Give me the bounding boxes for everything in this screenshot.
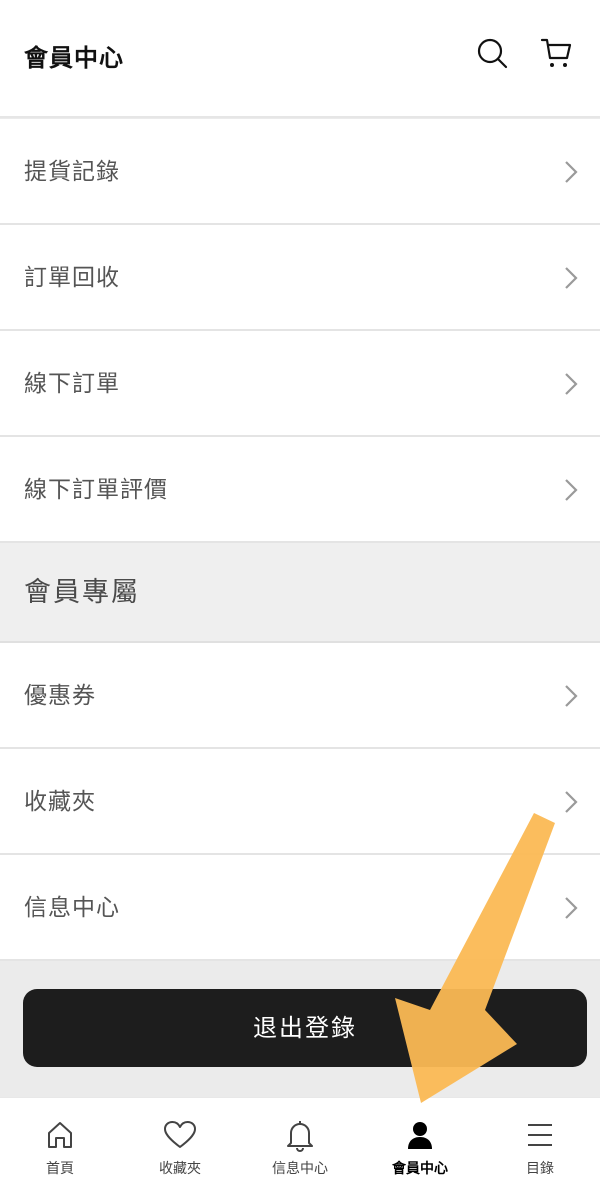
- tab-label: 收藏夾: [159, 1161, 201, 1177]
- cart-icon[interactable]: [540, 36, 574, 70]
- tab-label: 首頁: [46, 1161, 74, 1177]
- app-header: 會員中心: [0, 0, 600, 118]
- search-icon[interactable]: [475, 36, 509, 70]
- home-icon: [48, 1122, 72, 1148]
- section-header-member-exclusive: 會員專屬: [0, 543, 600, 643]
- tab-label: 信息中心: [272, 1161, 328, 1177]
- chevron-right-icon: [565, 267, 578, 289]
- tab-label: 會員中心: [392, 1161, 448, 1177]
- chevron-right-icon: [565, 373, 578, 395]
- tab-message-center[interactable]: 信息中心: [240, 1098, 360, 1189]
- menu-item-label: 收藏夾: [24, 789, 96, 815]
- menu-item-label: 線下訂單評價: [24, 477, 168, 503]
- chevron-right-icon: [565, 161, 578, 183]
- menu-icon: [528, 1124, 552, 1146]
- menu-item-offline-orders[interactable]: 線下訂單: [0, 331, 600, 437]
- menu-item-label: 訂單回收: [24, 265, 120, 291]
- chevron-right-icon: [565, 685, 578, 707]
- member-menu-list: 提貨記錄 訂單回收 線下訂單 線下訂單評價 會員專屬 優惠券 收藏夾 信息中心: [0, 119, 600, 961]
- bell-icon: [287, 1121, 313, 1152]
- tab-catalog[interactable]: 目錄: [480, 1098, 600, 1189]
- chevron-right-icon: [565, 479, 578, 501]
- chevron-right-icon: [565, 791, 578, 813]
- menu-item-label: 線下訂單: [24, 371, 120, 397]
- chevron-right-icon: [565, 897, 578, 919]
- tab-label: 目錄: [526, 1161, 554, 1177]
- menu-item-offline-order-reviews[interactable]: 線下訂單評價: [0, 437, 600, 543]
- menu-item-label: 信息中心: [24, 895, 120, 921]
- menu-item-order-recycle[interactable]: 訂單回收: [0, 225, 600, 331]
- bottom-tab-bar: 首頁 收藏夾 信息中心 會員中心 目錄: [0, 1097, 600, 1189]
- heart-icon: [164, 1121, 196, 1148]
- tab-favorites[interactable]: 收藏夾: [120, 1098, 240, 1189]
- menu-item-favorites[interactable]: 收藏夾: [0, 749, 600, 855]
- section-title: 會員專屬: [24, 577, 140, 608]
- tab-member-center[interactable]: 會員中心: [360, 1098, 480, 1189]
- page-title: 會員中心: [24, 44, 124, 72]
- menu-item-pickup-records[interactable]: 提貨記錄: [0, 119, 600, 225]
- menu-item-coupons[interactable]: 優惠券: [0, 643, 600, 749]
- logout-button[interactable]: 退出登錄: [23, 989, 587, 1067]
- menu-item-label: 提貨記錄: [24, 159, 120, 185]
- menu-item-label: 優惠券: [24, 683, 96, 709]
- menu-item-message-center[interactable]: 信息中心: [0, 855, 600, 961]
- user-icon: [408, 1122, 432, 1149]
- tab-home[interactable]: 首頁: [0, 1098, 120, 1189]
